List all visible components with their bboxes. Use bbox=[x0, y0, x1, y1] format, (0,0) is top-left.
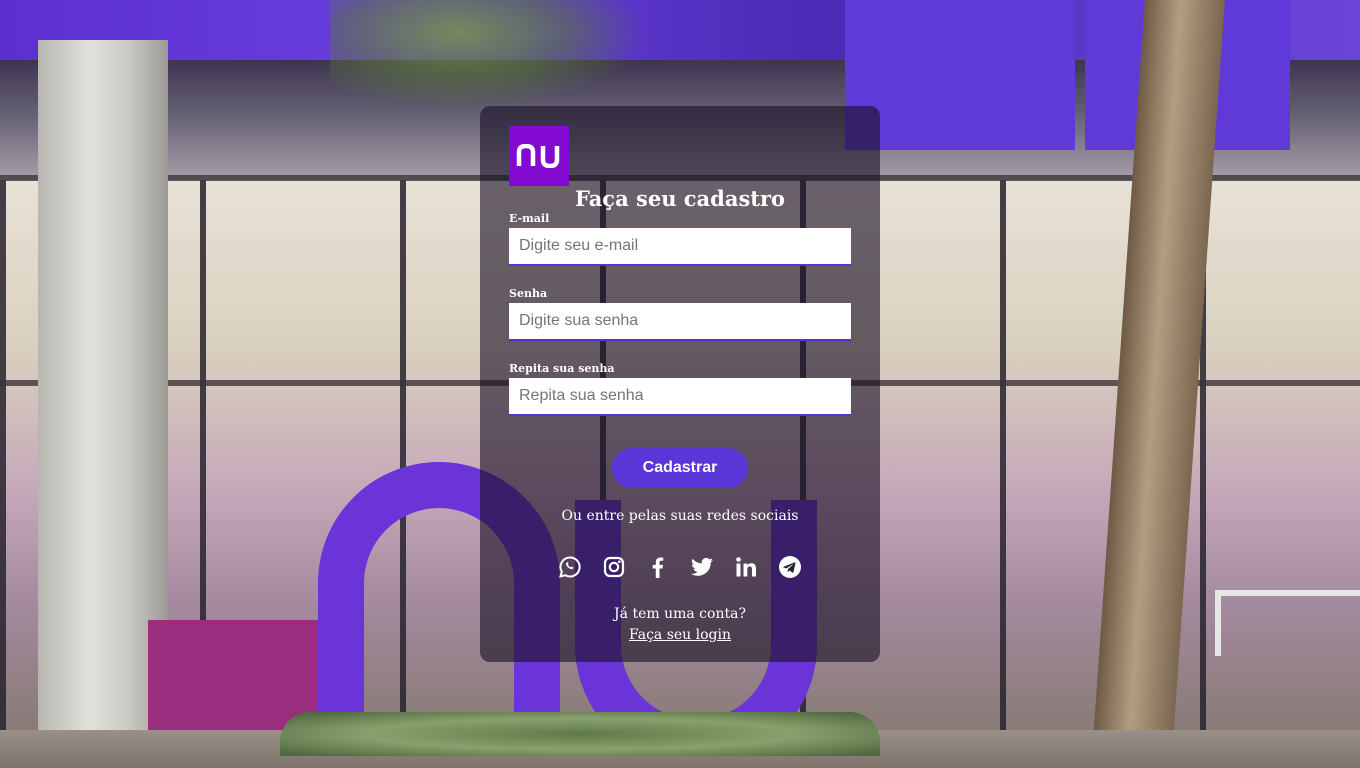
repeat-password-label: Repita sua senha bbox=[509, 362, 615, 375]
email-field[interactable] bbox=[509, 228, 851, 266]
login-link[interactable]: Faça seu login bbox=[629, 627, 731, 643]
login-link-wrapper: Faça seu login bbox=[480, 624, 880, 643]
whatsapp-icon[interactable] bbox=[558, 555, 582, 579]
nubank-logo bbox=[509, 126, 569, 186]
repeat-password-field[interactable] bbox=[509, 378, 851, 416]
password-label: Senha bbox=[509, 287, 548, 300]
password-field[interactable] bbox=[509, 303, 851, 341]
telegram-icon[interactable] bbox=[778, 555, 802, 579]
instagram-icon[interactable] bbox=[602, 555, 626, 579]
twitter-icon[interactable] bbox=[690, 555, 714, 579]
facebook-icon[interactable] bbox=[646, 555, 670, 579]
page-title: Faça seu cadastro bbox=[574, 186, 786, 211]
account-question: Já tem uma conta? bbox=[614, 606, 746, 622]
nu-logo-icon bbox=[516, 144, 560, 168]
signup-card: Faça seu cadastro E-mail Senha Repita su… bbox=[480, 106, 880, 662]
social-login-prompt: Ou entre pelas suas redes sociais bbox=[561, 508, 799, 524]
linkedin-icon[interactable] bbox=[734, 555, 758, 579]
email-label: E-mail bbox=[509, 212, 550, 225]
social-login-links bbox=[558, 554, 802, 580]
register-button[interactable]: Cadastrar bbox=[612, 448, 748, 488]
